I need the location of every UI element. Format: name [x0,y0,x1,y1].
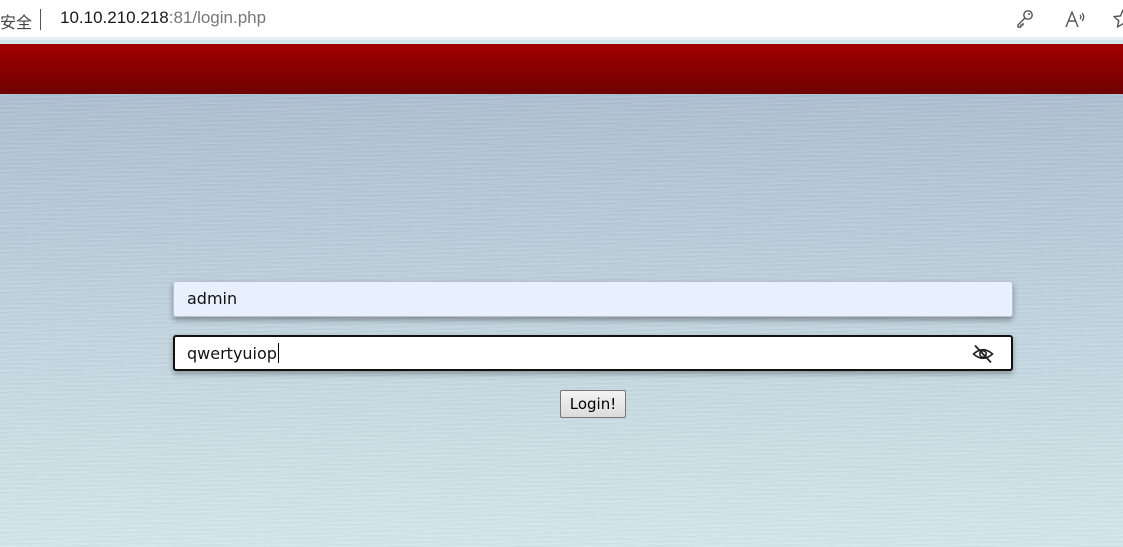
url-display[interactable]: 10.10.210.218:81/login.php [60,8,266,28]
site-header-bar [0,44,1123,94]
password-value: qwertyuiop [187,344,277,363]
username-value: admin [187,289,238,308]
favorite-star-icon[interactable] [1112,8,1123,30]
key-icon[interactable] [1014,8,1036,30]
browser-address-bar: 安全 10.10.210.218:81/login.php [0,0,1123,40]
eye-slash-icon[interactable] [971,342,995,366]
url-path: :81/login.php [168,8,267,27]
background-image [0,94,1123,547]
url-host: 10.10.210.218 [60,8,169,27]
text-caret [277,343,279,363]
login-button[interactable]: Login! [560,390,626,418]
read-aloud-icon[interactable] [1064,8,1086,30]
password-value-wrapper: qwertyuiop [187,343,279,363]
username-input[interactable]: admin [173,281,1013,317]
security-label[interactable]: 安全 [0,9,32,33]
password-input[interactable]: qwertyuiop [173,335,1013,371]
address-separator [40,9,41,30]
